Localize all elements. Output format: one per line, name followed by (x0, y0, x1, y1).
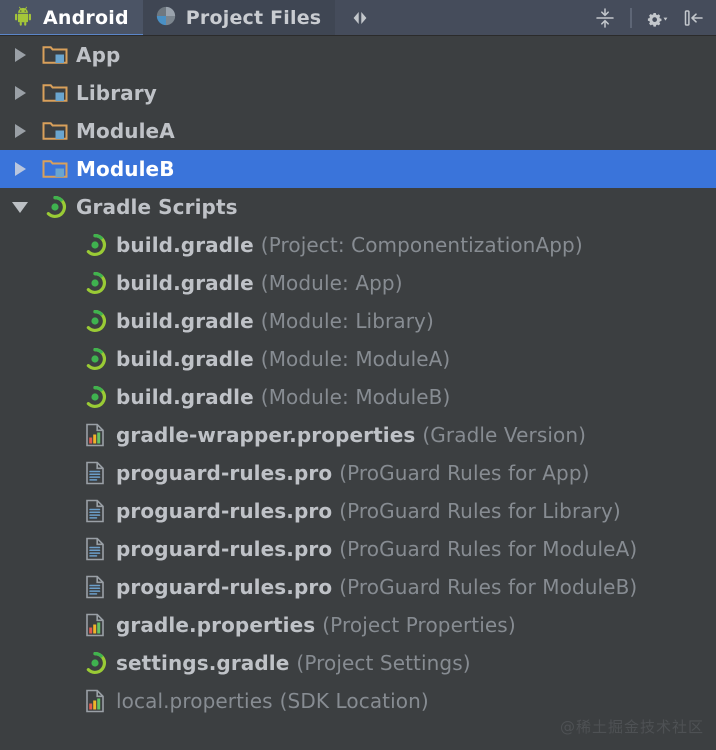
gradle-icon (40, 195, 70, 219)
tree-row[interactable]: gradle-wrapper.properties (Gradle Version… (0, 416, 716, 454)
chevron-right-icon[interactable] (0, 162, 40, 176)
tab-project-files-label: Project Files (185, 7, 322, 29)
module-folder-icon (40, 82, 70, 104)
gradle-icon (80, 347, 110, 371)
tree-row-label: build.gradle (116, 347, 254, 371)
tree-row[interactable]: build.gradle (Project: ComponentizationAp… (0, 226, 716, 264)
gear-dropdown-icon[interactable] (644, 5, 670, 31)
tree-row-label: App (76, 43, 121, 67)
tree-row-subtitle: (Module: App) (260, 271, 403, 295)
toolbar-right-group (592, 0, 716, 36)
tree-row-subtitle: (Project Settings) (296, 651, 471, 675)
tree-row-subtitle: (Module: ModuleB) (260, 385, 451, 409)
chevron-right-icon[interactable] (0, 124, 40, 138)
tree-row-label: build.gradle (116, 233, 254, 257)
tree-row-label: Gradle Scripts (76, 195, 238, 219)
tree-row-label: settings.gradle (116, 651, 290, 675)
tree-row[interactable]: build.gradle (Module: App) (0, 264, 716, 302)
gradle-icon (80, 233, 110, 257)
pro-file-icon (80, 499, 110, 523)
gradle-icon (80, 271, 110, 295)
tree-row-subtitle: (Project Properties) (322, 613, 516, 637)
tree-row-label: proguard-rules.pro (116, 499, 333, 523)
tree-row-subtitle: (ProGuard Rules for App) (339, 461, 590, 485)
android-robot-icon (12, 5, 34, 32)
pro-file-icon (80, 461, 110, 485)
tree-row-subtitle: (ProGuard Rules for ModuleB) (339, 575, 638, 599)
tree-row[interactable]: Library (0, 74, 716, 112)
tree-row[interactable]: build.gradle (Module: ModuleA) (0, 340, 716, 378)
hide-panel-icon[interactable] (680, 5, 706, 31)
toolbar-divider (630, 8, 632, 28)
tree-row[interactable]: Gradle Scripts (0, 188, 716, 226)
pro-file-icon (80, 575, 110, 599)
tree-row-subtitle: (Module: Library) (260, 309, 434, 333)
properties-file-icon (80, 613, 110, 637)
properties-file-icon (80, 689, 110, 713)
tree-row[interactable]: proguard-rules.pro (ProGuard Rules for Mo… (0, 530, 716, 568)
chevron-right-icon[interactable] (0, 86, 40, 100)
project-tree[interactable]: App Library ModuleA ModuleB Gradle Scrip… (0, 36, 716, 750)
tree-row-subtitle: (SDK Location) (279, 689, 429, 713)
collapse-all-icon[interactable] (592, 5, 618, 31)
tree-row[interactable]: gradle.properties (Project Properties) (0, 606, 716, 644)
tree-row[interactable]: local.properties (SDK Location) (0, 682, 716, 720)
tab-android-label: Android (43, 7, 129, 29)
tree-row-label: gradle-wrapper.properties (116, 423, 416, 447)
tree-row[interactable]: ModuleA (0, 112, 716, 150)
tree-row-label: ModuleA (76, 119, 175, 143)
tree-row-label: proguard-rules.pro (116, 537, 333, 561)
chevron-right-icon[interactable] (0, 48, 40, 62)
toolbar-spacer (381, 0, 592, 36)
module-folder-icon (40, 158, 70, 180)
tree-row-label: local.properties (116, 689, 273, 713)
tree-row[interactable]: proguard-rules.pro (ProGuard Rules for Mo… (0, 568, 716, 606)
pro-file-icon (80, 537, 110, 561)
tree-row[interactable]: App (0, 36, 716, 74)
tree-row-label: build.gradle (116, 309, 254, 333)
tree-row-subtitle: (ProGuard Rules for ModuleA) (339, 537, 638, 561)
project-tool-window: Android Project Files App Library Module… (0, 0, 716, 750)
gradle-icon (80, 651, 110, 675)
gradle-icon (80, 385, 110, 409)
tree-row[interactable]: proguard-rules.pro (ProGuard Rules for Ap… (0, 454, 716, 492)
toolbar-left-group (335, 0, 382, 36)
tree-row[interactable]: build.gradle (Module: ModuleB) (0, 378, 716, 416)
watermark: @稀土掘金技术社区 (559, 718, 704, 736)
expand-collapse-icon[interactable] (347, 5, 373, 31)
tree-row-label: ModuleB (76, 157, 175, 181)
tree-row[interactable]: build.gradle (Module: Library) (0, 302, 716, 340)
pie-quadrant-icon (155, 5, 177, 32)
tree-row-label: gradle.properties (116, 613, 316, 637)
module-folder-icon (40, 44, 70, 66)
tab-project-files[interactable]: Project Files (143, 0, 336, 36)
gradle-icon (80, 309, 110, 333)
tool-window-toolbar: Android Project Files (0, 0, 716, 36)
tree-row[interactable]: ModuleB (0, 150, 716, 188)
tab-android[interactable]: Android (0, 0, 143, 36)
tree-row-subtitle: (ProGuard Rules for Library) (339, 499, 621, 523)
tree-row-label: proguard-rules.pro (116, 575, 333, 599)
properties-file-icon (80, 423, 110, 447)
tree-row-label: build.gradle (116, 385, 254, 409)
tree-row-subtitle: (Gradle Version) (422, 423, 587, 447)
tree-row[interactable]: settings.gradle (Project Settings) (0, 644, 716, 682)
tree-row-label: build.gradle (116, 271, 254, 295)
chevron-down-icon[interactable] (0, 201, 40, 213)
tree-row-label: Library (76, 81, 157, 105)
module-folder-icon (40, 120, 70, 142)
tree-row-subtitle: (Project: ComponentizationApp) (260, 233, 583, 257)
tree-row-subtitle: (Module: ModuleA) (260, 347, 451, 371)
tree-row-label: proguard-rules.pro (116, 461, 333, 485)
tree-row[interactable]: proguard-rules.pro (ProGuard Rules for Li… (0, 492, 716, 530)
